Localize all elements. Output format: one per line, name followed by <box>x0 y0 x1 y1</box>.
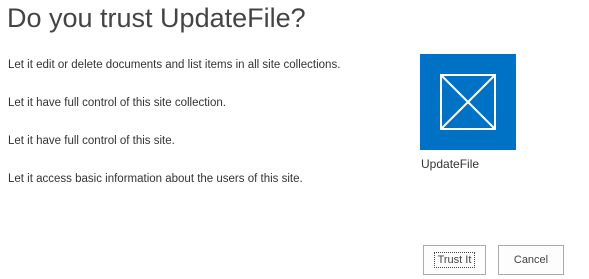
trust-it-button[interactable]: Trust It <box>423 245 486 275</box>
permission-item: Let it have full control of this site. <box>8 135 175 147</box>
dialog-title: Do you trust UpdateFile? <box>7 3 306 33</box>
permission-item: Let it edit or delete documents and list… <box>8 59 341 71</box>
permission-item: Let it have full control of this site co… <box>8 97 226 109</box>
cancel-button[interactable]: Cancel <box>498 245 564 275</box>
app-name-label: UpdateFile <box>421 157 480 171</box>
app-icon-tile <box>420 54 516 150</box>
trust-it-button-label: Trust It <box>433 252 476 268</box>
permission-item: Let it access basic information about th… <box>8 173 303 185</box>
permission-list: Let it edit or delete documents and list… <box>8 58 340 210</box>
app-placeholder-icon <box>440 74 496 130</box>
